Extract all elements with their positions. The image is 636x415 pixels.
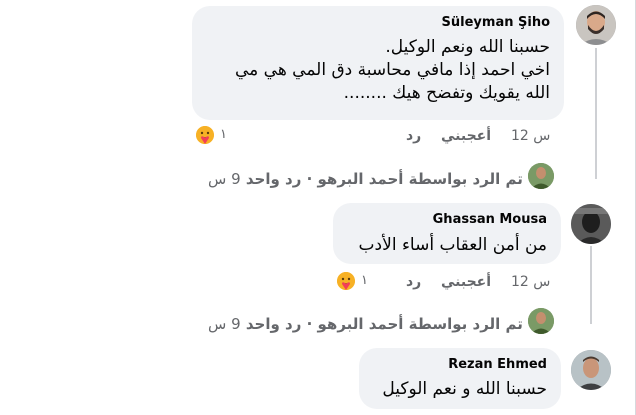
comment-text-line: حسبنا الله ونعم الوكيل. xyxy=(385,37,550,57)
avatar[interactable] xyxy=(576,5,616,45)
replies-summary: تم الرد بواسطة أحمد البرهو · رد واحد xyxy=(245,170,523,188)
reactions[interactable]: ١ xyxy=(194,124,238,146)
reply-button[interactable]: رد xyxy=(406,274,421,290)
view-replies-link[interactable]: تم الرد بواسطة أحمد البرهو · رد واحد 9 س xyxy=(208,170,523,188)
comment-text-line: من أمن العقاب أساء الأدب xyxy=(358,235,547,255)
comment-actions: 12 س أعجبني رد xyxy=(0,274,636,294)
care-emoji-icon xyxy=(335,270,357,292)
thread-line xyxy=(590,246,592,324)
reaction-count: ١ xyxy=(361,273,368,288)
reactions[interactable]: ١ xyxy=(335,270,379,292)
comment-author[interactable]: Süleyman Şiho xyxy=(442,15,550,30)
replies-timestamp: 9 س xyxy=(208,315,241,333)
comment-actions: 12 س أعجبني رد xyxy=(0,128,636,148)
like-button[interactable]: أعجبني xyxy=(441,128,491,144)
comment-bubble: Süleyman Şiho حسبنا الله ونعم الوكيل. اخ… xyxy=(192,6,564,120)
comment-bubble: Ghassan Mousa من أمن العقاب أساء الأدب xyxy=(333,203,561,264)
replies-summary: تم الرد بواسطة أحمد البرهو · رد واحد xyxy=(245,315,523,333)
comment-text-line: حسبنا الله و نعم الوكيل xyxy=(382,379,547,399)
like-button[interactable]: أعجبني xyxy=(441,274,491,290)
care-emoji-icon xyxy=(194,124,216,146)
thread-line xyxy=(595,48,597,179)
avatar[interactable] xyxy=(571,350,611,390)
comment-author[interactable]: Rezan Ehmed xyxy=(448,357,547,372)
reply-button[interactable]: رد xyxy=(406,128,421,144)
avatar[interactable] xyxy=(571,204,611,244)
comment-author[interactable]: Ghassan Mousa xyxy=(433,212,547,227)
reply-avatar xyxy=(528,308,554,334)
comment-text-line: اخي احمد إذا مافي محاسبة دق المي هي مي xyxy=(234,60,550,80)
view-replies-link[interactable]: تم الرد بواسطة أحمد البرهو · رد واحد 9 س xyxy=(208,315,523,333)
comment-text-line: الله يقويك وتفضح هيك ........ xyxy=(343,83,550,103)
comment-bubble: Rezan Ehmed حسبنا الله و نعم الوكيل xyxy=(359,348,561,409)
reaction-count: ١ xyxy=(220,127,227,142)
replies-timestamp: 9 س xyxy=(208,170,241,188)
comment-timestamp[interactable]: 12 س xyxy=(511,128,550,144)
comment-timestamp[interactable]: 12 س xyxy=(511,274,550,290)
reply-avatar xyxy=(528,163,554,189)
